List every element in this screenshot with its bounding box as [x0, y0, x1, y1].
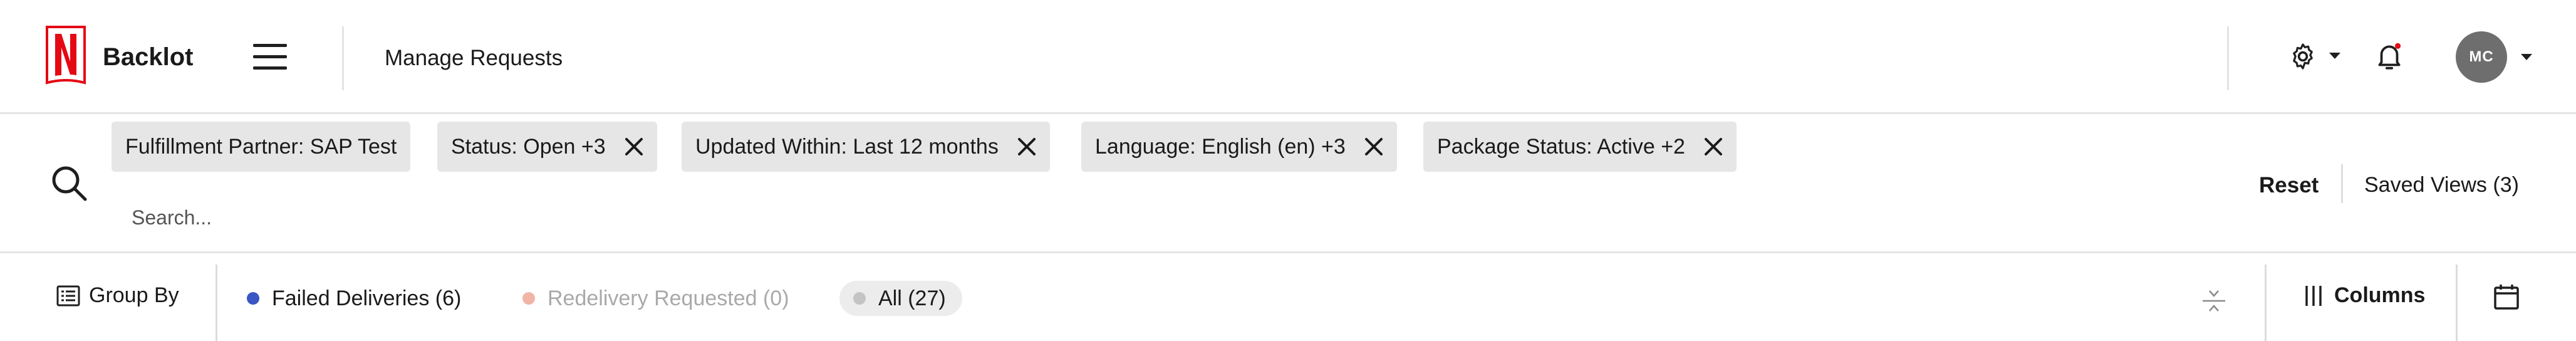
user-menu-button[interactable]: MC — [2456, 31, 2532, 83]
search-icon[interactable] — [50, 164, 89, 203]
tab-label: All (27) — [878, 286, 946, 310]
close-icon[interactable] — [1704, 137, 1723, 156]
tab-failed-deliveries[interactable]: Failed Deliveries (6) — [247, 281, 461, 316]
columns-button[interactable]: Columns — [2304, 283, 2425, 308]
tab-label: Failed Deliveries (6) — [272, 286, 462, 310]
chevron-down-icon — [2521, 54, 2532, 60]
status-dot — [247, 292, 259, 305]
filter-chip-label: Fulfillment Partner: SAP Test — [125, 134, 397, 159]
hamburger-menu-icon[interactable] — [253, 41, 287, 73]
close-icon[interactable] — [1017, 137, 1036, 156]
filter-chip-fulfillment-partner[interactable]: Fulfillment Partner: SAP Test — [112, 122, 411, 172]
status-dot — [853, 292, 866, 305]
filter-chip-updated-within[interactable]: Updated Within: Last 12 months — [682, 122, 1050, 172]
list-icon — [56, 285, 80, 306]
filter-chip-label: Language: English (en) +3 — [1095, 134, 1346, 159]
tab-label: Redelivery Requested (0) — [548, 286, 789, 310]
netflix-logo-icon[interactable] — [45, 25, 86, 87]
filter-chip-label: Package Status: Active +2 — [1437, 134, 1685, 159]
status-dot — [522, 292, 535, 305]
list-toolbar: Group By Failed Deliveries (6) Redeliver… — [0, 253, 2576, 341]
top-header: Backlot Manage Requests MC — [0, 0, 2576, 114]
close-icon[interactable] — [1364, 137, 1383, 156]
columns-label: Columns — [2334, 283, 2426, 307]
brand-name[interactable]: Backlot — [103, 43, 194, 71]
settings-menu-button[interactable] — [2288, 41, 2342, 71]
gear-icon — [2293, 43, 2313, 70]
calendar-icon[interactable] — [2493, 283, 2520, 311]
saved-views-button[interactable]: Saved Views (3) — [2364, 173, 2519, 197]
page-title: Manage Requests — [385, 46, 563, 70]
tab-all[interactable]: All (27) — [839, 281, 962, 316]
toolbar-divider — [2265, 265, 2267, 341]
toolbar-divider — [216, 265, 217, 341]
search-input[interactable] — [132, 201, 883, 234]
chevron-down-icon — [2329, 53, 2340, 59]
columns-icon — [2305, 285, 2322, 306]
filter-chip-label: Updated Within: Last 12 months — [695, 134, 999, 159]
group-by-label: Group By — [89, 283, 179, 307]
avatar: MC — [2456, 31, 2507, 83]
toolbar-divider — [2456, 265, 2458, 341]
group-by-button[interactable]: Group By — [56, 283, 179, 308]
filter-chip-language[interactable]: Language: English (en) +3 — [1081, 122, 1397, 172]
bell-icon — [2378, 43, 2401, 70]
filter-chip-status[interactable]: Status: Open +3 — [437, 122, 657, 172]
reset-button[interactable]: Reset — [2259, 173, 2319, 198]
header-divider — [342, 26, 344, 90]
filter-chip-label: Status: Open +3 — [451, 134, 606, 159]
filter-divider — [2341, 164, 2343, 203]
filter-bar: Fulfillment Partner: SAP Test Status: Op… — [0, 114, 2576, 253]
tab-redelivery-requested[interactable]: Redelivery Requested (0) — [522, 281, 789, 316]
header-divider-right — [2227, 26, 2229, 90]
close-icon[interactable] — [625, 137, 643, 156]
notifications-button[interactable] — [2374, 40, 2405, 73]
filter-chip-package-status[interactable]: Package Status: Active +2 — [1423, 122, 1737, 172]
density-toggle-icon[interactable] — [2200, 287, 2228, 315]
